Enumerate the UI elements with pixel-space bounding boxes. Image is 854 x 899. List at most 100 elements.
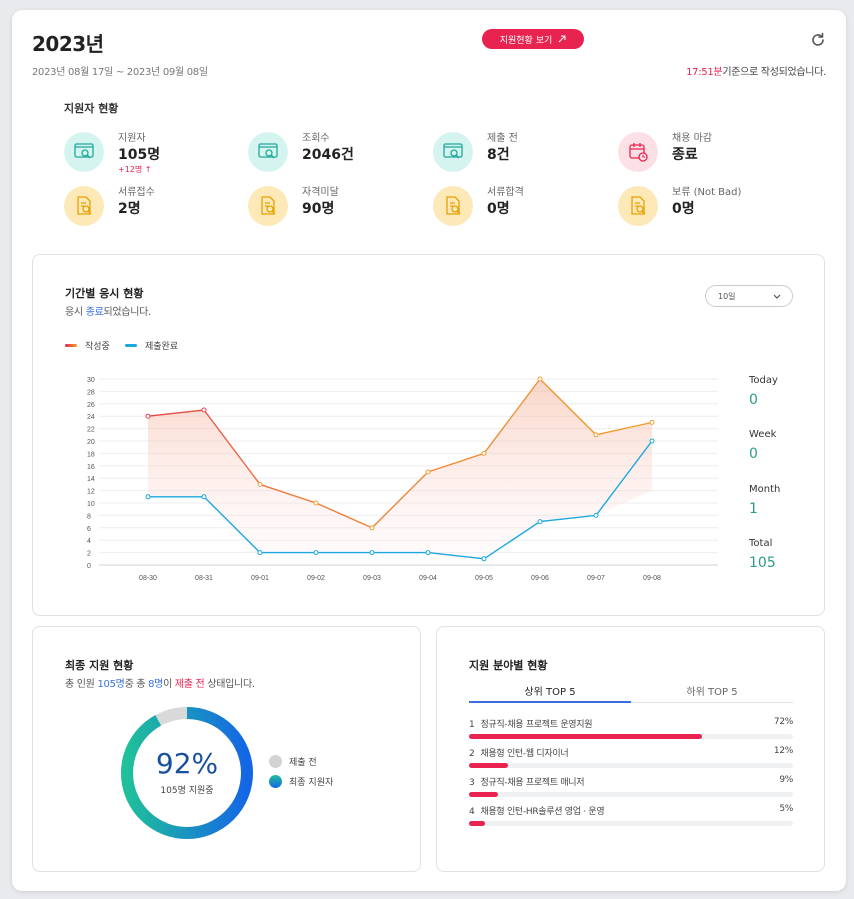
stat-value: 8건 bbox=[487, 147, 510, 163]
page-title: 2023년 bbox=[32, 32, 104, 56]
stat-label: 지원자 bbox=[118, 133, 146, 144]
y-tick-label: 4 bbox=[87, 538, 91, 545]
field-title: 지원 분야별 현황 bbox=[469, 659, 548, 672]
tab-top5[interactable]: 상위 TOP 5 bbox=[469, 683, 631, 698]
point-submitted bbox=[145, 494, 151, 500]
x-tick-label: 09-02 bbox=[307, 575, 325, 582]
stat-6: 서류합격 0명 bbox=[433, 186, 524, 226]
final-title: 최종 지원 현황 bbox=[65, 659, 134, 672]
y-tick-label: 22 bbox=[87, 427, 95, 434]
rank-percent: 9% bbox=[779, 775, 793, 785]
point-submitted bbox=[313, 550, 319, 556]
document-search-icon bbox=[248, 186, 288, 226]
rank-percent: 5% bbox=[779, 804, 793, 814]
period-subtitle: 응시 종료되었습니다. bbox=[65, 307, 151, 318]
stat-0: 지원자 105명 +12명 ↑ bbox=[64, 132, 160, 176]
side-stat-value: 0 bbox=[749, 392, 758, 408]
side-stat-month: Month 1 bbox=[749, 484, 780, 517]
stat-label: 서류접수 bbox=[118, 187, 155, 198]
point-writing bbox=[369, 525, 375, 531]
stat-1: 조회수 2046건 bbox=[248, 132, 354, 172]
stat-label: 보류 (Not Bad) bbox=[672, 187, 742, 198]
applicants-section-title: 지원자 현황 bbox=[64, 102, 119, 115]
rank-number: 4 bbox=[469, 807, 475, 817]
document-search-icon bbox=[618, 186, 658, 226]
tab-underline bbox=[469, 701, 631, 703]
legend-before-submit: 제출 전 bbox=[269, 755, 317, 768]
y-tick-label: 6 bbox=[87, 526, 91, 533]
stat-label: 조회수 bbox=[302, 133, 330, 144]
x-tick-label: 09-07 bbox=[587, 575, 605, 582]
rank-name: 정규직-채용 프로젝트 운영지원 bbox=[480, 720, 593, 730]
rank-item: 2 채용형 인턴-웹 디자이너 12% bbox=[469, 746, 793, 768]
rank-item: 4 채용형 인턴-HR솔루션 영업 · 운영 5% bbox=[469, 804, 793, 826]
rank-number: 2 bbox=[469, 749, 475, 759]
field-tabs: 상위 TOP 5 하위 TOP 5 bbox=[469, 677, 793, 703]
period-panel: 기간별 응시 현황 응시 종료되었습니다. 10일 작성중 제출완료 02468… bbox=[32, 254, 825, 616]
y-tick-label: 28 bbox=[87, 389, 95, 396]
x-tick-label: 09-08 bbox=[643, 575, 661, 582]
stat-label: 서류합격 bbox=[487, 187, 524, 198]
legend-submitted: 제출완료 bbox=[125, 339, 178, 352]
side-stat-label: Week bbox=[749, 429, 777, 440]
refresh-icon[interactable] bbox=[809, 31, 827, 49]
stat-value: 종료 bbox=[672, 147, 698, 163]
point-submitted bbox=[201, 494, 207, 500]
final-subtitle: 총 인원 105명중 총 8명이 제출 전 상태입니다. bbox=[65, 679, 255, 690]
side-stat-total: Total 105 bbox=[749, 538, 776, 571]
view-status-button[interactable]: 지원현황 보기 bbox=[482, 29, 584, 49]
y-tick-label: 16 bbox=[87, 464, 95, 471]
stat-label: 채용 마감 bbox=[672, 133, 712, 144]
rank-item: 3 정규직-채용 프로젝트 매니저 9% bbox=[469, 775, 793, 797]
x-tick-label: 09-01 bbox=[251, 575, 269, 582]
rank-item: 1 정규직-채용 프로젝트 운영지원 72% bbox=[469, 717, 793, 739]
legend-final-applicant: 최종 지원자 bbox=[269, 775, 333, 788]
point-writing bbox=[649, 419, 655, 425]
y-tick-label: 8 bbox=[87, 513, 91, 520]
point-writing bbox=[145, 413, 151, 419]
x-tick-label: 09-03 bbox=[363, 575, 381, 582]
point-writing bbox=[313, 500, 319, 506]
rank-percent: 72% bbox=[773, 717, 793, 727]
stat-7: 보류 (Not Bad) 0명 bbox=[618, 186, 741, 226]
stat-3: 채용 마감종료 bbox=[618, 132, 712, 172]
chevron-down-icon bbox=[773, 294, 781, 299]
point-writing bbox=[481, 450, 487, 456]
monitor-search-icon bbox=[433, 132, 473, 172]
document-search-icon bbox=[64, 186, 104, 226]
period-select-value: 10일 bbox=[718, 291, 736, 301]
side-stat-value: 1 bbox=[749, 501, 758, 517]
point-writing bbox=[425, 469, 431, 475]
donut-percent: 92% bbox=[155, 747, 219, 780]
point-submitted bbox=[593, 512, 599, 518]
monitor-search-icon bbox=[248, 132, 288, 172]
stat-2: 제출 전 8건 bbox=[433, 132, 518, 172]
y-tick-label: 14 bbox=[87, 476, 95, 483]
y-tick-label: 0 bbox=[87, 563, 91, 570]
side-stat-week: Week 0 bbox=[749, 429, 776, 462]
field-panel: 지원 분야별 현황 상위 TOP 5 하위 TOP 5 1 정규직-채용 프로젝트… bbox=[436, 626, 825, 872]
tab-bottom5[interactable]: 하위 TOP 5 bbox=[631, 683, 793, 698]
rank-name: 채용형 인턴-웹 디자이너 bbox=[480, 749, 569, 759]
period-select[interactable]: 10일 bbox=[705, 285, 793, 307]
y-tick-label: 2 bbox=[87, 551, 91, 558]
rank-track bbox=[469, 821, 793, 826]
view-status-label: 지원현황 보기 bbox=[499, 35, 553, 46]
stat-value: 2명 bbox=[118, 201, 141, 217]
date-range: 2023년 08월 17일 ~ 2023년 09월 08일 bbox=[32, 67, 208, 78]
rank-fill bbox=[469, 792, 499, 797]
x-tick-label: 08-30 bbox=[139, 575, 157, 582]
side-stat-value: 105 bbox=[749, 555, 776, 571]
stat-4: 서류접수 2명 bbox=[64, 186, 155, 226]
rank-name: 채용형 인턴-HR솔루션 영업 · 운영 bbox=[480, 807, 605, 817]
x-tick-label: 09-06 bbox=[531, 575, 549, 582]
final-panel: 최종 지원 현황 총 인원 105명중 총 8명이 제출 전 상태입니다. 92… bbox=[32, 626, 421, 872]
stat-value: 105명 bbox=[118, 147, 161, 163]
stat-value: 0명 bbox=[672, 201, 695, 217]
x-tick-label: 09-04 bbox=[419, 575, 437, 582]
document-search-icon bbox=[433, 186, 473, 226]
rank-track bbox=[469, 763, 793, 768]
point-submitted bbox=[537, 519, 543, 525]
stat-label: 자격미달 bbox=[302, 187, 339, 198]
side-stat-value: 0 bbox=[749, 446, 758, 462]
